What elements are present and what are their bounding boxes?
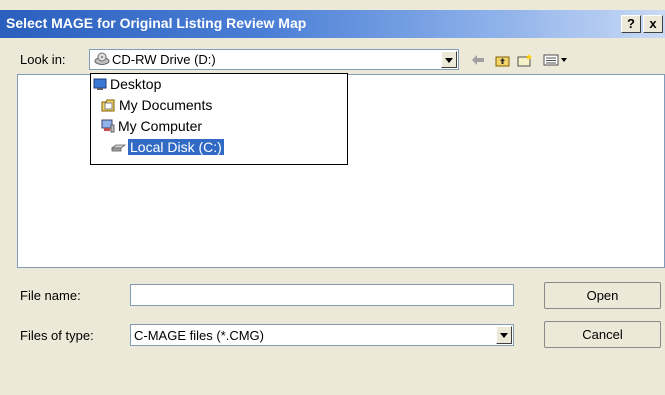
dropdown-item-my-computer[interactable]: My Computer bbox=[101, 117, 202, 135]
disk-icon bbox=[110, 144, 127, 152]
up-folder-button[interactable] bbox=[494, 50, 510, 68]
view-menu-button[interactable] bbox=[542, 50, 570, 68]
look-in-value: CD-RW Drive (D:) bbox=[94, 52, 216, 67]
open-button[interactable]: Open bbox=[544, 282, 661, 309]
look-in-dropdown-button[interactable] bbox=[441, 51, 457, 68]
up-folder-icon bbox=[495, 56, 509, 67]
desktop-icon bbox=[93, 78, 107, 90]
help-button[interactable]: ? bbox=[621, 15, 641, 33]
files-of-type-label: Files of type: bbox=[20, 328, 94, 343]
dialog-title: Select MAGE for Original Listing Review … bbox=[6, 15, 307, 31]
back-arrow-icon bbox=[472, 55, 484, 66]
files-of-type-value: C-MAGE files (*.CMG) bbox=[134, 328, 264, 343]
new-folder-button[interactable] bbox=[516, 50, 534, 68]
look-in-text: CD-RW Drive (D:) bbox=[112, 52, 216, 67]
dropdown-item-local-disk-c[interactable]: Local Disk (C:) bbox=[110, 138, 224, 156]
computer-icon bbox=[101, 119, 115, 133]
file-name-label: File name: bbox=[20, 288, 81, 303]
look-in-combo[interactable]: CD-RW Drive (D:) bbox=[89, 49, 459, 70]
location-dropdown-list[interactable]: Desktop My Documents My Computer Local D… bbox=[90, 73, 348, 165]
look-in-label: Look in: bbox=[20, 52, 66, 67]
view-menu-icon bbox=[543, 54, 567, 66]
files-of-type-dropdown-button[interactable] bbox=[496, 326, 512, 344]
file-name-input[interactable] bbox=[130, 284, 514, 306]
documents-folder-icon bbox=[101, 99, 115, 112]
new-folder-icon bbox=[517, 54, 532, 67]
dropdown-item-my-documents[interactable]: My Documents bbox=[101, 96, 212, 114]
dropdown-item-desktop[interactable]: Desktop bbox=[93, 75, 161, 93]
cancel-button[interactable]: Cancel bbox=[544, 321, 661, 348]
files-of-type-combo[interactable]: C-MAGE files (*.CMG) bbox=[130, 324, 514, 346]
close-button[interactable]: x bbox=[643, 15, 663, 33]
back-button[interactable] bbox=[470, 50, 486, 68]
title-bar: Select MAGE for Original Listing Review … bbox=[0, 10, 665, 38]
cd-drive-icon bbox=[94, 52, 110, 65]
